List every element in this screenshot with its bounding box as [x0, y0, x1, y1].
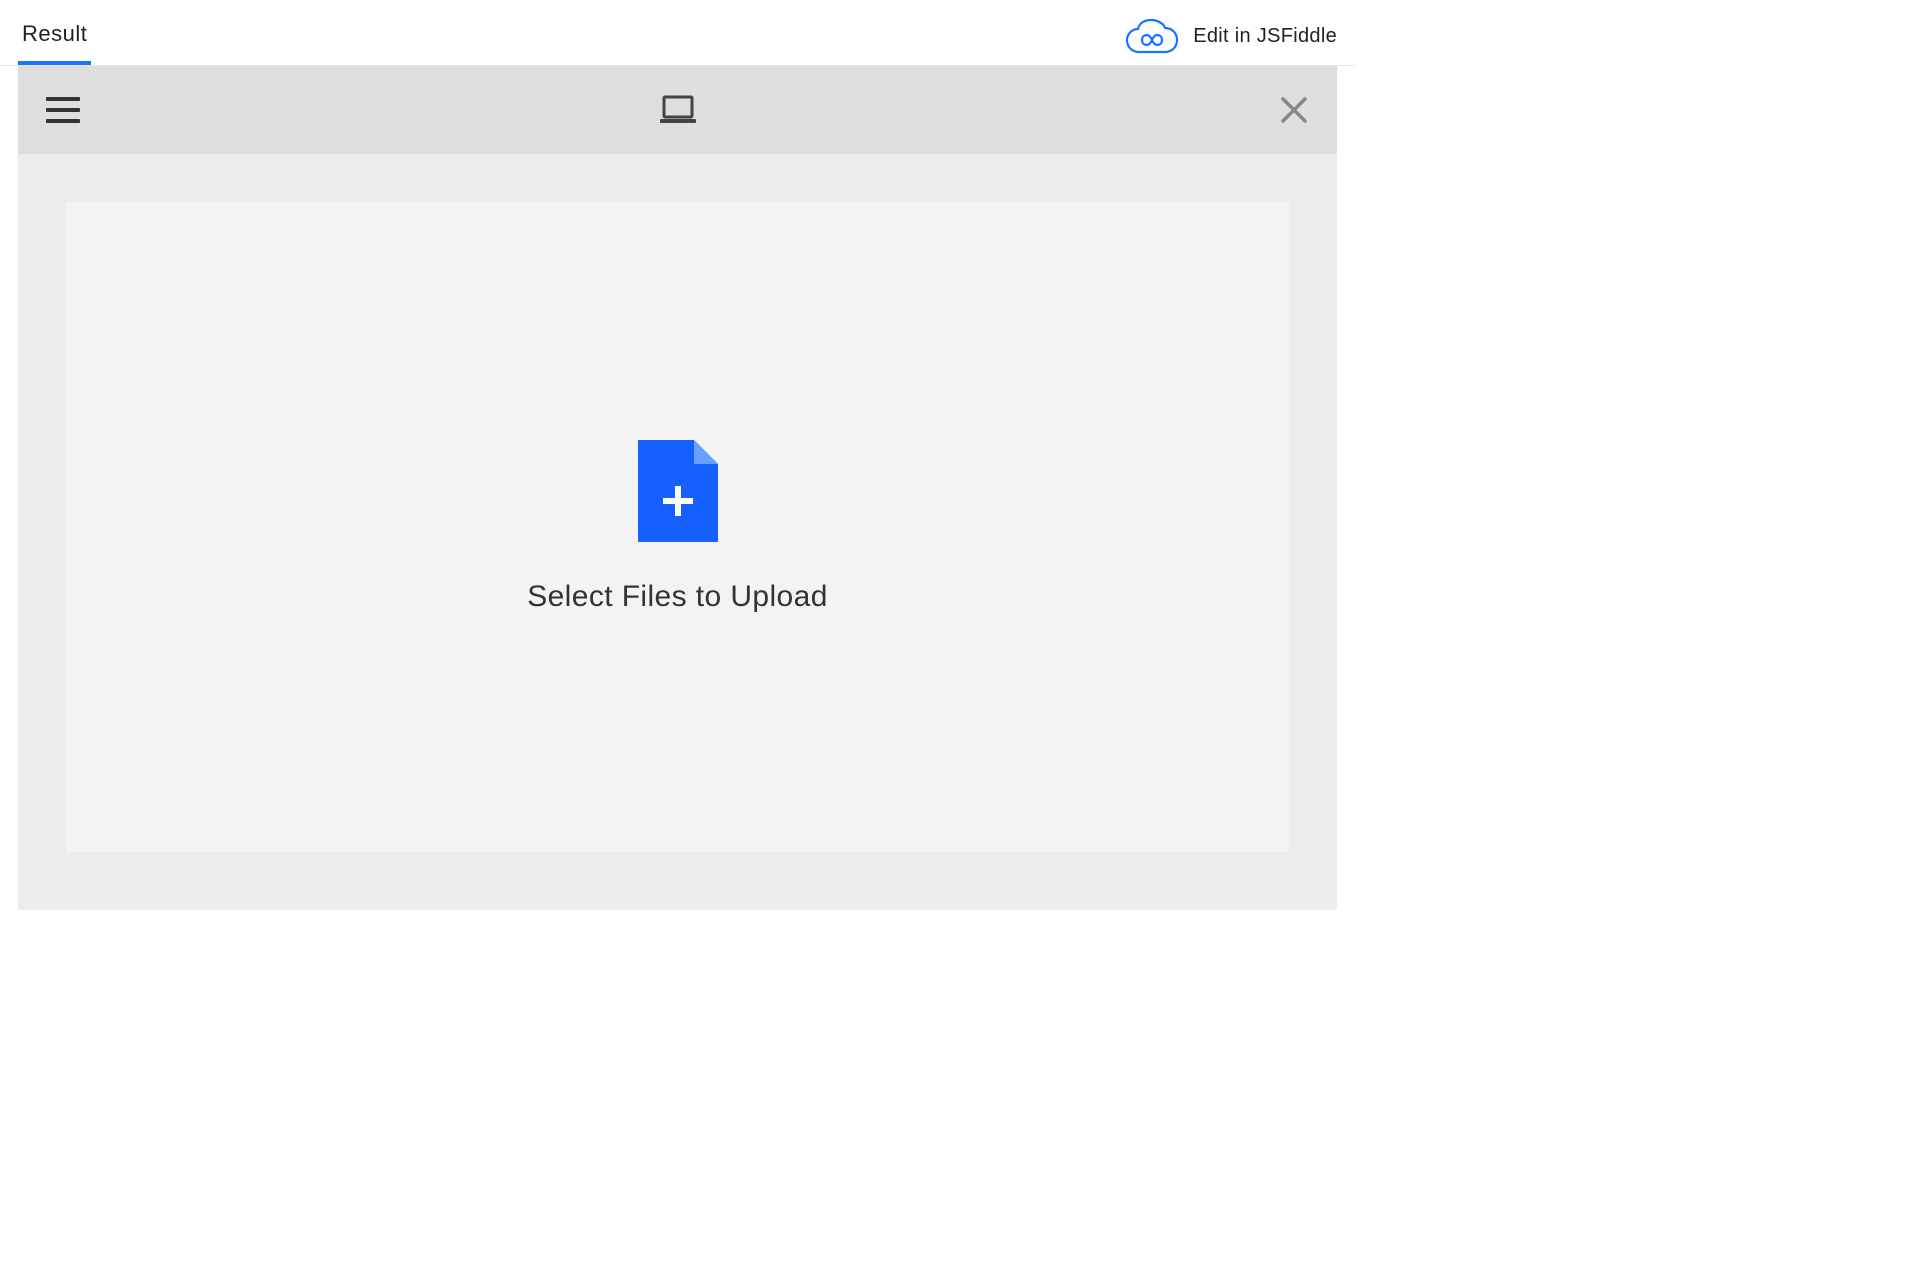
- menu-button[interactable]: [46, 97, 80, 123]
- file-drop-zone[interactable]: Select Files to Upload: [66, 202, 1289, 852]
- cloud-infinity-icon: [1125, 18, 1179, 56]
- close-button[interactable]: [1279, 95, 1309, 125]
- edit-in-jsfiddle-link[interactable]: Edit in JSFiddle: [1125, 18, 1337, 56]
- uploader-toolbar: [18, 66, 1337, 154]
- laptop-icon: [658, 95, 698, 125]
- edit-in-jsfiddle-label: Edit in JSFiddle: [1193, 25, 1337, 48]
- tab-bar: Result Edit in JSFiddle: [0, 0, 1355, 66]
- drop-zone-label: Select Files to Upload: [527, 580, 828, 614]
- tab-result[interactable]: Result: [18, 9, 91, 65]
- add-file-icon: [638, 440, 718, 542]
- result-panel: Select Files to Upload: [18, 66, 1337, 910]
- drop-outer: Select Files to Upload: [18, 154, 1337, 900]
